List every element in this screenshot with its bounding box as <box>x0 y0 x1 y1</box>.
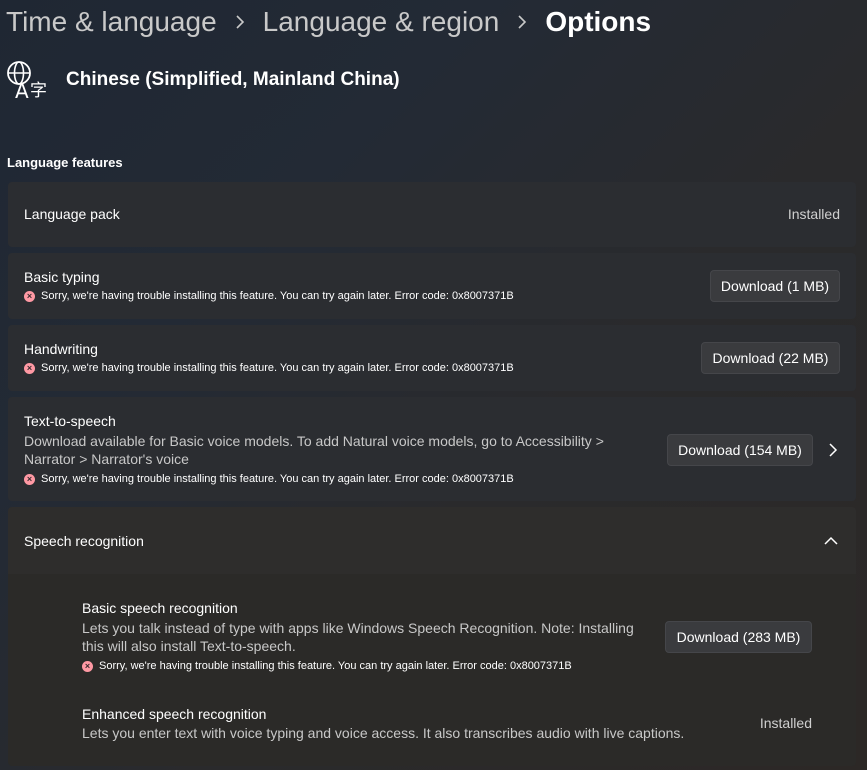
language-pack-title: Language pack <box>24 206 120 222</box>
language-name: Chinese (Simplified, Mainland China) <box>66 69 400 90</box>
error-icon: × <box>24 362 35 374</box>
basic-speech-title: Basic speech recognition <box>82 600 238 616</box>
basic-speech-error-text: Sorry, we're having trouble installing t… <box>99 660 572 672</box>
error-icon: × <box>24 290 35 302</box>
tts-error-text: Sorry, we're having trouble installing t… <box>41 473 514 485</box>
error-icon: × <box>82 660 93 672</box>
tts-desc-line1: Download available for Basic voice model… <box>24 433 604 449</box>
card-text-to-speech[interactable]: Text-to-speech Download available for Ba… <box>8 397 856 501</box>
download-handwriting-button[interactable]: Download (22 MB) <box>701 342 840 374</box>
chevron-right-icon <box>517 15 527 29</box>
chevron-right-icon <box>235 15 245 29</box>
enhanced-speech-title: Enhanced speech recognition <box>82 706 267 722</box>
breadcrumb-language-region[interactable]: Language & region <box>263 6 500 38</box>
download-basic-speech-button[interactable]: Download (283 MB) <box>665 621 812 653</box>
tts-error: × Sorry, we're having trouble installing… <box>24 473 514 485</box>
basic-typing-error: × Sorry, we're having trouble installing… <box>24 290 514 302</box>
basic-speech-error: × Sorry, we're having trouble installing… <box>82 660 572 672</box>
language-pack-status: Installed <box>787 206 840 222</box>
basic-speech-desc-line2: this will also install Text-to-speech. <box>82 638 296 654</box>
handwriting-error: × Sorry, we're having trouble installing… <box>24 362 514 374</box>
page-title: Options <box>545 6 652 37</box>
svg-text:A: A <box>15 79 29 100</box>
handwriting-error-text: Sorry, we're having trouble installing t… <box>41 362 514 374</box>
section-label: Language features <box>7 155 123 170</box>
card-basic-typing: Basic typing × Sorry, we're having troub… <box>8 253 856 319</box>
card-language-pack: Language pack Installed <box>8 182 856 247</box>
language-icon: A 字 <box>7 61 47 100</box>
basic-speech-desc-line1: Lets you talk instead of type with apps … <box>82 620 634 636</box>
svg-text:字: 字 <box>30 81 47 100</box>
basic-typing-error-text: Sorry, we're having trouble installing t… <box>41 290 514 302</box>
breadcrumb-time-language[interactable]: Time & language <box>6 6 217 38</box>
breadcrumb: Time & language Language & region Option… <box>6 0 651 44</box>
download-basic-typing-button[interactable]: Download (1 MB) <box>710 270 840 302</box>
basic-typing-title: Basic typing <box>24 269 100 285</box>
enhanced-speech-status: Installed <box>759 715 812 731</box>
card-handwriting: Handwriting × Sorry, we're having troubl… <box>8 325 856 391</box>
tts-desc-line2: Narrator > Narrator's voice <box>24 451 189 467</box>
speech-recognition-expanded: Basic speech recognition Lets you talk i… <box>8 574 856 766</box>
chevron-right-icon[interactable] <box>825 442 841 458</box>
enhanced-speech-desc: Lets you enter text with voice typing an… <box>82 725 685 741</box>
chevron-up-icon[interactable] <box>823 533 839 549</box>
card-speech-recognition[interactable]: Speech recognition <box>8 507 856 574</box>
speech-recognition-title: Speech recognition <box>24 533 144 549</box>
tts-title: Text-to-speech <box>24 413 116 429</box>
language-header: A 字 Chinese (Simplified, Mainland China) <box>6 58 400 102</box>
handwriting-title: Handwriting <box>24 341 98 357</box>
download-tts-button[interactable]: Download (154 MB) <box>667 434 813 466</box>
error-icon: × <box>24 473 35 485</box>
